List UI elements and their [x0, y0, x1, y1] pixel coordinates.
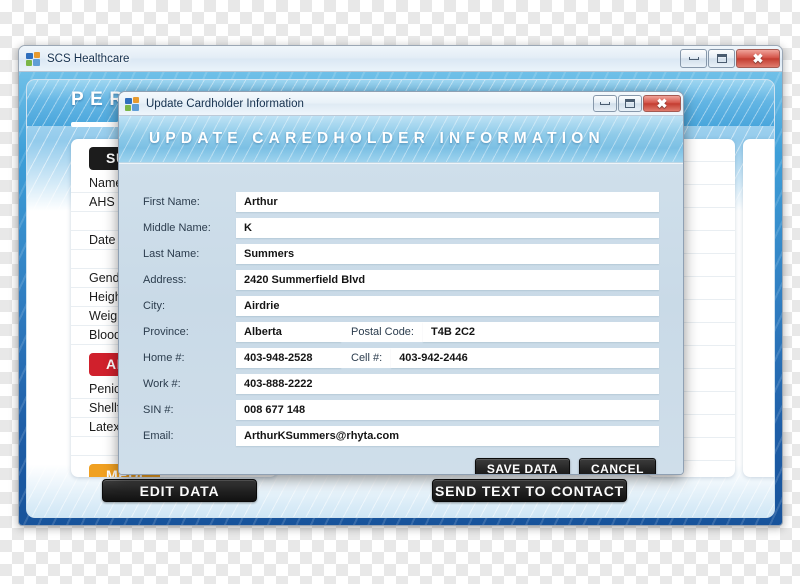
main-window-titlebar[interactable]: SCS Healthcare ✖: [19, 46, 782, 72]
right-edge-column: [743, 139, 774, 477]
middle-name-label: Middle Name:: [143, 222, 211, 234]
app-icon: [26, 51, 41, 66]
province-label: Province:: [143, 326, 189, 338]
first-name-label: First Name:: [143, 196, 200, 208]
dialog-body: First Name: Arthur Middle Name: K Last N…: [119, 164, 683, 474]
address-label: Address:: [143, 274, 187, 286]
minimize-icon[interactable]: [680, 49, 707, 68]
main-window-controls: ✖: [680, 49, 780, 68]
form-row-work-phone: Work #: 403-888-2222: [143, 374, 659, 394]
main-window-title: SCS Healthcare: [47, 52, 130, 65]
form-row-home-cell: Home #: 403-948-2528 Cell #: 403-942-244…: [143, 348, 659, 368]
email-input[interactable]: ArthurKSummers@rhyta.com: [236, 426, 659, 446]
dialog-controls: ✖: [593, 95, 681, 112]
maximize-icon[interactable]: [618, 95, 642, 112]
dialog-footer: SAVE DATA CANCEL: [143, 458, 659, 474]
cancel-button[interactable]: CANCEL: [579, 458, 656, 474]
dialog-titlebar[interactable]: Update Cardholder Information ✖: [119, 92, 683, 116]
update-cardholder-dialog: Update Cardholder Information ✖ UPDATE C…: [118, 91, 684, 475]
form-row-sin: SIN #: 008 677 148: [143, 400, 659, 420]
app-icon: [125, 96, 140, 111]
dialog-banner-title: UPDATE CAREDHOLDER INFORMATION: [149, 130, 605, 147]
edit-data-button[interactable]: EDIT DATA: [102, 479, 257, 502]
cell-phone-input[interactable]: 403-942-2446: [391, 348, 659, 368]
dialog-title: Update Cardholder Information: [146, 97, 304, 110]
form-row-email: Email: ArthurKSummers@rhyta.com: [143, 426, 659, 446]
form-row-first-name: First Name: Arthur: [143, 192, 659, 212]
close-icon[interactable]: ✖: [643, 95, 681, 112]
last-name-input[interactable]: Summers: [236, 244, 659, 264]
cell-phone-label: Cell #:: [341, 348, 392, 368]
sin-input[interactable]: 008 677 148: [236, 400, 659, 420]
postal-code-label: Postal Code:: [341, 322, 423, 342]
home-phone-input[interactable]: 403-948-2528: [236, 348, 341, 368]
postal-code-input[interactable]: T4B 2C2: [422, 322, 659, 342]
work-phone-label: Work #:: [143, 378, 181, 390]
minimize-icon[interactable]: [593, 95, 617, 112]
form-row-middle-name: Middle Name: K: [143, 218, 659, 238]
city-input[interactable]: Airdrie: [236, 296, 659, 316]
save-data-button[interactable]: SAVE DATA: [474, 458, 570, 474]
form-row-address: Address: 2420 Summerfield Blvd: [143, 270, 659, 290]
close-icon[interactable]: ✖: [736, 49, 780, 68]
send-text-to-contact-button[interactable]: SEND TEXT TO CONTACT: [432, 479, 627, 502]
province-input[interactable]: Alberta: [236, 322, 341, 342]
first-name-input[interactable]: Arthur: [236, 192, 659, 212]
middle-name-input[interactable]: K: [236, 218, 659, 238]
home-phone-label: Home #:: [143, 352, 185, 364]
email-label: Email:: [143, 430, 174, 442]
maximize-icon[interactable]: [708, 49, 735, 68]
sin-label: SIN #:: [143, 404, 174, 416]
city-label: City:: [143, 300, 165, 312]
dialog-banner: UPDATE CAREDHOLDER INFORMATION: [119, 116, 683, 163]
form-row-last-name: Last Name: Summers: [143, 244, 659, 264]
form-row-city: City: Airdrie: [143, 296, 659, 316]
work-phone-input[interactable]: 403-888-2222: [236, 374, 659, 394]
last-name-label: Last Name:: [143, 248, 200, 260]
address-input[interactable]: 2420 Summerfield Blvd: [236, 270, 659, 290]
form-row-province-postal: Province: Alberta Postal Code: T4B 2C2: [143, 322, 659, 342]
